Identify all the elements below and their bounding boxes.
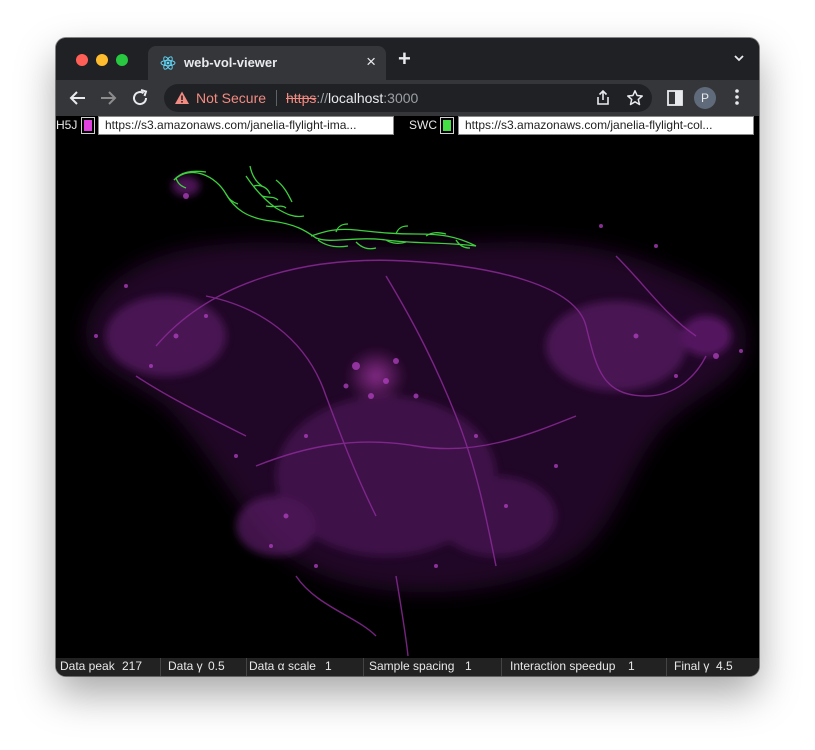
data-source-controls: H5J https://s3.amazonaws.com/janelia-fly… <box>56 116 759 136</box>
more-menu-icon[interactable] <box>730 86 744 108</box>
volume-viewer: H5J https://s3.amazonaws.com/janelia-fly… <box>56 116 759 676</box>
interaction-speedup-control: Interaction speedup 1 <box>506 658 667 676</box>
interaction-speedup-input[interactable]: 1 <box>628 659 635 673</box>
warning-icon[interactable] <box>174 90 190 106</box>
data-alpha-scale-label: Data α scale <box>249 659 316 673</box>
tab-close-icon[interactable]: × <box>366 52 376 72</box>
forward-arrow-icon[interactable] <box>96 86 120 110</box>
data-alpha-scale-input[interactable]: 1 <box>325 659 332 673</box>
h5j-label: H5J <box>56 118 78 132</box>
data-alpha-scale-control: Data α scale 1 <box>245 658 364 676</box>
back-arrow-icon[interactable] <box>66 86 90 110</box>
swc-color-picker[interactable] <box>440 117 454 134</box>
render-settings-bar: Data peak 217 Data γ 0.5 Data α scale 1 … <box>56 658 759 676</box>
profile-avatar[interactable]: P <box>694 87 716 109</box>
tab-web-vol-viewer[interactable]: web-vol-viewer × <box>148 46 386 80</box>
sample-spacing-label: Sample spacing <box>369 659 455 673</box>
sample-spacing-control: Sample spacing 1 <box>365 658 502 676</box>
tab-strip: web-vol-viewer × + <box>56 38 759 80</box>
url-port: :3000 <box>383 90 419 106</box>
address-bar[interactable]: Not Secure https://localhost:3000 <box>164 84 652 112</box>
react-logo-icon <box>160 56 176 70</box>
close-window-button[interactable] <box>76 54 88 66</box>
url-text[interactable]: https://localhost:3000 <box>286 90 418 106</box>
data-gamma-label: Data γ <box>168 659 203 673</box>
final-gamma-label: Final γ <box>674 659 710 673</box>
reload-icon[interactable] <box>128 86 152 110</box>
minimize-window-button[interactable] <box>96 54 108 66</box>
neuron-volume-render <box>85 176 747 656</box>
h5j-url-input[interactable]: https://s3.amazonaws.com/janelia-flyligh… <box>98 116 394 135</box>
omnibox-divider <box>276 90 277 106</box>
swc-label: SWC <box>409 118 437 132</box>
data-peak-label: Data peak <box>60 659 115 673</box>
data-gamma-input[interactable]: 0.5 <box>208 659 225 673</box>
final-gamma-input[interactable]: 4.5 <box>716 659 733 673</box>
final-gamma-control: Final γ 4.5 <box>670 658 759 676</box>
url-separator: :// <box>316 90 329 106</box>
new-tab-button[interactable]: + <box>398 48 411 70</box>
tab-title: web-vol-viewer <box>184 55 278 70</box>
side-panel-icon[interactable] <box>665 88 685 108</box>
share-icon[interactable] <box>594 89 612 107</box>
chevron-down-icon[interactable] <box>733 52 745 64</box>
data-gamma-control: Data γ 0.5 <box>164 658 247 676</box>
security-status[interactable]: Not Secure <box>196 90 266 106</box>
swc-url-input[interactable]: https://s3.amazonaws.com/janelia-flyligh… <box>458 116 754 135</box>
swc-color-swatch <box>443 120 451 131</box>
data-peak-control: Data peak 217 <box>56 658 161 676</box>
browser-toolbar: Not Secure https://localhost:3000 P <box>56 80 759 116</box>
h5j-color-swatch <box>84 120 92 131</box>
data-peak-input[interactable]: 217 <box>122 659 142 673</box>
url-scheme: https <box>286 90 317 106</box>
bookmark-star-icon[interactable] <box>626 89 644 107</box>
swc-neuron-trace <box>173 165 477 250</box>
interaction-speedup-label: Interaction speedup <box>510 659 616 673</box>
browser-window: web-vol-viewer × + Not Secure https://lo… <box>56 38 759 676</box>
maximize-window-button[interactable] <box>116 54 128 66</box>
url-host: localhost <box>328 90 384 106</box>
h5j-color-picker[interactable] <box>81 117 95 134</box>
sample-spacing-input[interactable]: 1 <box>465 659 472 673</box>
volume-render-canvas[interactable] <box>56 136 759 656</box>
